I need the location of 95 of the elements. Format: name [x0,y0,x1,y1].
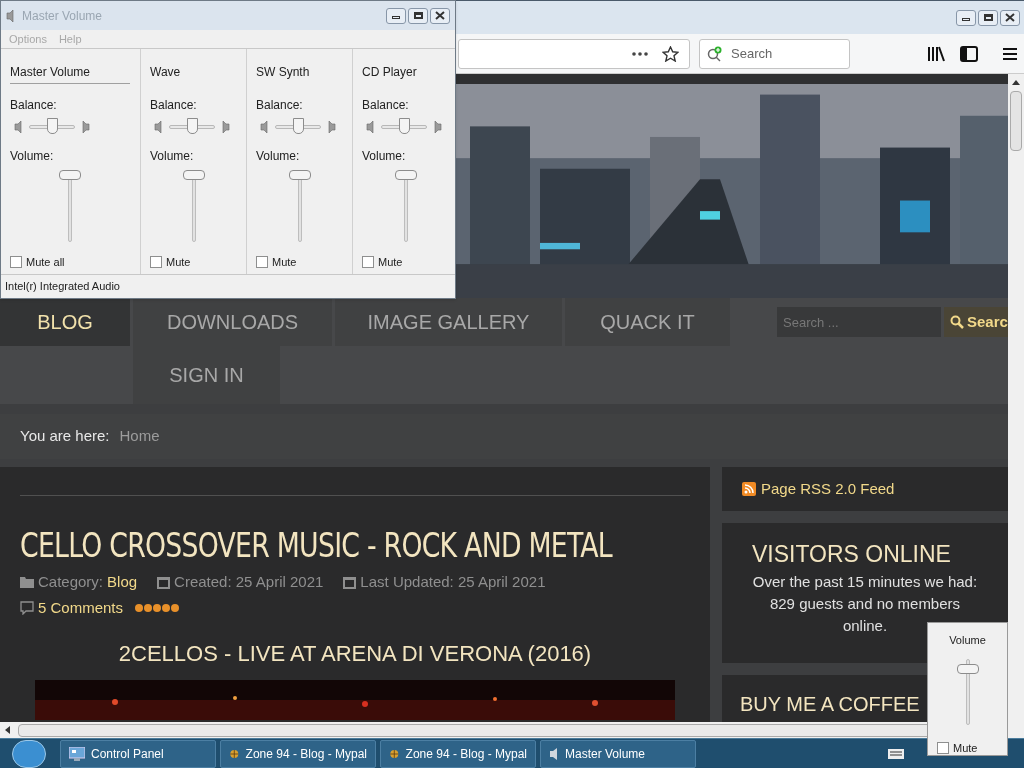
mute-checkbox[interactable] [362,256,374,269]
volume-label: Volume: [362,149,407,163]
more-icon[interactable] [632,51,648,56]
visitors-text: Over the past 15 minutes we had: 829 guests and no members online. [752,572,978,636]
balance-slider[interactable] [169,118,215,136]
horizontal-scrollbar[interactable] [0,722,1024,738]
category-link[interactable]: Blog [107,571,138,594]
speaker-icon [434,120,442,134]
maximize-button[interactable] [408,7,428,24]
folder-icon [20,576,34,589]
balance-slider[interactable] [275,118,321,136]
sidebar-icon[interactable] [960,45,978,62]
breadcrumb-link[interactable]: Home [119,425,160,448]
close-icon [1005,13,1015,22]
volume-label: Volume: [150,149,195,163]
balance-label: Balance: [10,98,58,112]
volume-slider[interactable] [289,170,311,242]
channel-name: SW Synth [256,64,310,81]
maximize-button[interactable] [978,9,998,26]
nav-item[interactable]: QUACK IT [565,298,730,346]
comment-icon [20,600,34,615]
taskbar-button[interactable]: Zone 94 - Blog - Mypal [220,739,376,768]
channel-name: Wave [150,64,181,81]
window-title: Master Volume [22,7,104,25]
scroll-up-icon[interactable] [1012,79,1020,85]
close-button[interactable] [1000,9,1020,26]
keyboard-icon[interactable] [888,748,904,759]
nav-item[interactable]: SIGN IN [133,346,280,404]
speaker-icon [222,120,230,134]
speaker-icon [82,120,90,134]
taskbar-button[interactable]: Control Panel [60,739,216,768]
speaker-icon [6,8,14,23]
taskbar-button[interactable]: Zone 94 - Blog - Mypal [380,739,536,768]
channel-name: Master Volume [10,64,91,81]
vertical-scrollbar[interactable] [1008,74,1024,722]
mute-checkbox[interactable] [10,256,22,269]
speaker-icon [14,120,22,134]
visitors-heading: VISITORS ONLINE [752,540,952,569]
scroll-left-icon[interactable] [4,726,10,734]
taskbar-button[interactable]: Master Volume [540,739,696,768]
volume-slider[interactable] [183,170,205,242]
coffee-heading: BUY ME A COFFEE [740,693,920,715]
balance-slider[interactable] [381,118,427,136]
volume-slider[interactable] [59,170,81,242]
mute-checkbox[interactable] [256,256,268,269]
speaker-icon [154,120,162,134]
nav-item[interactable]: BLOG [0,298,130,346]
updated-date: Last Updated: 25 April 2021 [360,572,546,592]
mute-checkbox[interactable] [150,256,162,269]
site-search-button[interactable]: Searc [944,307,1008,337]
mute-checkbox[interactable] [937,741,949,754]
speaker-icon [260,120,268,134]
balance-label: Balance: [256,98,304,112]
mute-label: Mute [166,255,191,270]
volume-label: Volume [949,633,986,648]
volume-slider[interactable] [395,170,417,242]
speaker-icon [328,120,336,134]
nav-item[interactable]: DOWNLOADS [133,298,332,346]
channel-name: CD Player [362,64,417,81]
calendar-icon [157,575,171,589]
created-date: Created: 25 April 2021 [174,572,324,592]
status-text: Intel(r) Integrated Audio [5,279,120,295]
speaker-icon [366,120,374,134]
start-button[interactable] [12,739,46,768]
comments-link[interactable]: 5 Comments [38,596,124,619]
calendar-icon [343,575,357,589]
scrollbar-thumb[interactable] [1010,91,1022,151]
minimize-button[interactable] [956,9,976,26]
search-icon [707,45,723,62]
article-title: CELLO CROSSOVER MUSIC - ROCK AND METAL [20,526,614,566]
nav-item[interactable]: IMAGE GALLERY [335,298,562,346]
minimize-button[interactable] [386,7,406,24]
mute-label: Mute [272,255,297,270]
close-icon [435,11,445,20]
search-field[interactable]: Search [699,38,850,69]
close-button[interactable] [430,7,450,24]
balance-label: Balance: [150,98,198,112]
balance-slider[interactable] [29,118,75,136]
site-search-field[interactable]: Search ... [777,307,941,337]
balance-label: Balance: [362,98,410,112]
volume-label: Volume: [10,149,55,163]
rss-icon [742,482,756,496]
mute-label: Mute [953,740,978,756]
speaker-icon [549,746,559,761]
volume-slider[interactable] [956,658,979,725]
library-icon[interactable] [927,45,945,62]
menu-icon[interactable] [1002,46,1018,61]
category-label: Category: [38,572,104,592]
search-icon [950,315,964,329]
mute-label: Mute all [26,255,65,270]
mute-label: Mute [378,255,403,270]
breadcrumb-label: You are here: [20,426,110,447]
volume-label: Volume: [256,149,301,163]
video-title: 2CELLOS - LIVE AT ARENA DI VERONA (2016) [118,640,592,668]
control-panel-icon [69,746,85,761]
